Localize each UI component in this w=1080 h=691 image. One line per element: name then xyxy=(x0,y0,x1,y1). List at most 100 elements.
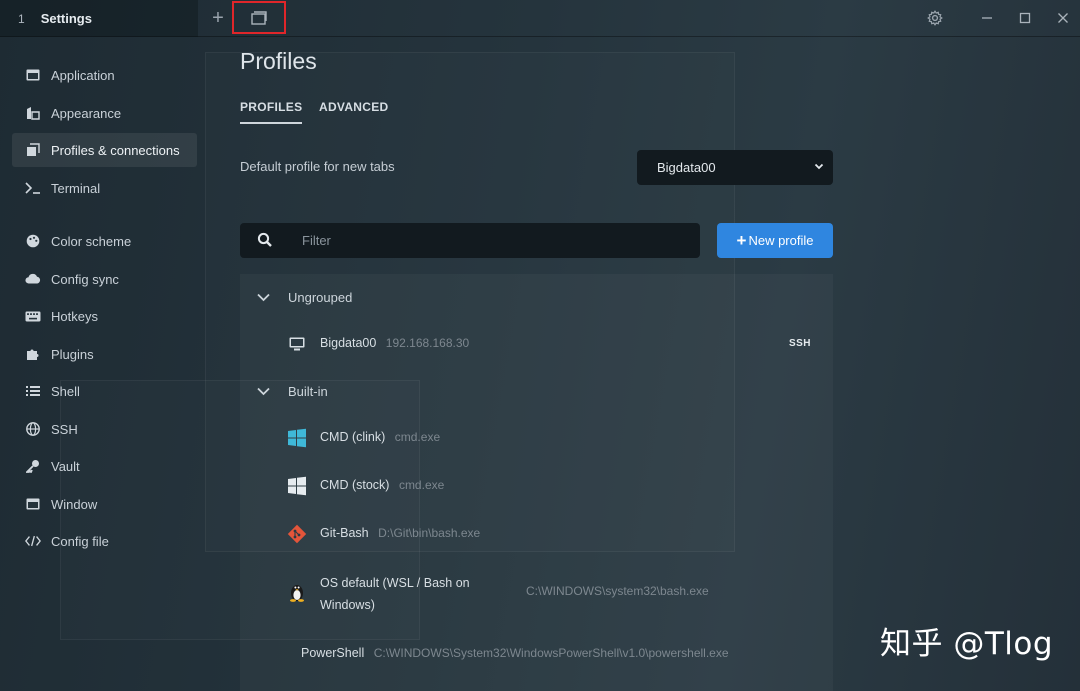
sidebar-item-profiles[interactable]: Profiles & connections xyxy=(12,133,197,167)
code-icon xyxy=(25,533,41,549)
sidebar-item-shell[interactable]: Shell xyxy=(12,374,197,408)
ssh-badge: SSH xyxy=(788,338,811,349)
profile-desc: D:\Git\bin\bash.exe xyxy=(378,526,481,540)
plus-icon: + xyxy=(212,6,224,29)
sidebar-item-label: Plugins xyxy=(51,346,94,362)
sidebar-item-color-scheme[interactable]: Color scheme xyxy=(12,224,197,258)
windows-logo-icon xyxy=(287,476,307,496)
profile-name: Git-Bash xyxy=(320,526,369,540)
monitor-icon xyxy=(287,334,307,354)
profile-row-cmd-stock[interactable]: CMD (stock) cmd.exe xyxy=(240,474,833,498)
profile-name: OS default (WSL / Bash on xyxy=(320,576,470,590)
puzzle-icon xyxy=(25,346,41,362)
new-profile-label: New profile xyxy=(748,233,814,248)
list-icon xyxy=(25,383,41,399)
tab-title: Settings xyxy=(40,11,92,26)
default-profile-value: Bigdata00 xyxy=(657,160,716,175)
sidebar-item-config-sync[interactable]: Config sync xyxy=(12,262,197,296)
sidebar-item-appearance[interactable]: Appearance xyxy=(12,96,197,130)
settings-sidebar: Application Appearance Profiles & connec… xyxy=(0,38,210,691)
profile-row-git-bash[interactable]: Git-Bash D:\Git\bin\bash.exe xyxy=(240,522,833,546)
globe-icon xyxy=(25,421,41,437)
tab-settings[interactable]: 1 Settings xyxy=(0,0,198,37)
tab-number: 1 xyxy=(18,11,25,26)
appearance-icon xyxy=(25,105,41,121)
maximize-button[interactable] xyxy=(1010,0,1040,36)
tab-profiles[interactable]: PROFILES xyxy=(240,100,303,124)
sidebar-item-label: Shell xyxy=(51,383,80,399)
sidebar-item-plugins[interactable]: Plugins xyxy=(12,337,197,371)
profile-list: Ungrouped Bigdata00 192.168.168.30 SSH B… xyxy=(240,274,833,691)
application-icon xyxy=(25,67,41,83)
window-icon xyxy=(25,496,41,512)
default-profile-label: Default profile for new tabs xyxy=(240,159,395,174)
sidebar-item-window[interactable]: Window xyxy=(12,487,197,521)
new-tab-button[interactable]: + xyxy=(204,0,232,36)
sidebar-item-label: Appearance xyxy=(51,105,122,121)
palette-icon xyxy=(25,233,41,249)
profile-desc: C:\WINDOWS\System32\WindowsPowerShell\v1… xyxy=(373,646,729,660)
sidebar-item-vault[interactable]: Vault xyxy=(12,449,197,483)
sidebar-item-application[interactable]: Application xyxy=(12,58,197,92)
search-icon xyxy=(257,232,272,247)
profile-row-os-default[interactable]: OS default (WSL / Bash on Windows) C:\WI… xyxy=(240,570,833,614)
sidebar-item-label: Hotkeys xyxy=(51,308,98,324)
filter-input[interactable] xyxy=(302,223,682,258)
profile-desc: C:\WINDOWS\system32\bash.exe xyxy=(526,584,709,598)
profile-name: Bigdata00 xyxy=(320,336,377,350)
group-ungrouped[interactable]: Ungrouped xyxy=(240,282,833,312)
sidebar-item-label: Profiles & connections xyxy=(51,142,180,158)
filter-box xyxy=(240,223,700,258)
settings-button[interactable] xyxy=(920,0,950,36)
new-profile-button[interactable]: + New profile xyxy=(717,223,833,258)
sidebar-item-label: Config sync xyxy=(51,271,119,287)
linux-penguin-icon xyxy=(287,582,307,602)
tab-advanced[interactable]: ADVANCED xyxy=(319,100,389,114)
window-icon xyxy=(251,10,267,25)
sidebar-item-label: Application xyxy=(51,67,115,83)
chevron-down-icon xyxy=(257,387,270,395)
chevron-down-icon xyxy=(814,163,824,170)
profile-desc: cmd.exe xyxy=(398,478,445,492)
profiles-icon xyxy=(25,142,41,158)
key-icon xyxy=(25,458,41,474)
window-switcher-button[interactable] xyxy=(232,1,286,34)
profile-name: CMD (stock) xyxy=(320,478,390,492)
terminal-icon xyxy=(25,180,41,196)
title-bar: 1 Settings + xyxy=(0,0,1080,37)
profile-name: PowerShell xyxy=(301,646,365,660)
profile-row-bigdata00[interactable]: Bigdata00 192.168.168.30 SSH xyxy=(240,332,833,356)
windows-logo-icon xyxy=(287,428,307,448)
sidebar-item-label: Color scheme xyxy=(51,233,132,249)
gear-icon xyxy=(927,10,943,26)
sidebar-item-label: Config file xyxy=(51,533,109,549)
sidebar-item-ssh[interactable]: SSH xyxy=(12,412,197,446)
cloud-icon xyxy=(25,271,41,287)
profile-row-powershell[interactable]: PowerShell C:\WINDOWS\System32\WindowsPo… xyxy=(240,642,833,666)
minimize-button[interactable] xyxy=(972,0,1002,36)
maximize-icon xyxy=(1019,12,1031,24)
sidebar-item-hotkeys[interactable]: Hotkeys xyxy=(12,299,197,333)
close-button[interactable] xyxy=(1048,0,1078,36)
profiles-panel: Profiles PROFILES ADVANCED Default profi… xyxy=(240,38,840,691)
default-profile-select[interactable]: Bigdata00 xyxy=(637,150,833,185)
profile-name: CMD (clink) xyxy=(320,430,386,444)
plus-icon: + xyxy=(736,230,747,250)
keyboard-icon xyxy=(25,308,41,324)
profile-row-cmd-clink[interactable]: CMD (clink) cmd.exe xyxy=(240,426,833,450)
profile-name-line2: Windows) xyxy=(320,598,375,612)
close-icon xyxy=(1058,13,1068,23)
profile-desc: 192.168.168.30 xyxy=(385,336,470,350)
profile-desc: cmd.exe xyxy=(394,430,441,444)
sidebar-item-label: Window xyxy=(51,496,98,512)
watermark: 知乎 @Tlog xyxy=(880,626,1054,662)
sidebar-item-config-file[interactable]: Config file xyxy=(12,524,197,558)
sidebar-item-terminal[interactable]: Terminal xyxy=(12,171,197,205)
git-icon xyxy=(287,524,307,544)
page-title: Profiles xyxy=(240,48,317,74)
group-label: Built-in xyxy=(288,383,328,399)
minimize-icon xyxy=(982,17,992,19)
chevron-down-icon xyxy=(257,293,270,301)
group-built-in[interactable]: Built-in xyxy=(240,376,833,406)
sidebar-item-label: Terminal xyxy=(51,180,101,196)
